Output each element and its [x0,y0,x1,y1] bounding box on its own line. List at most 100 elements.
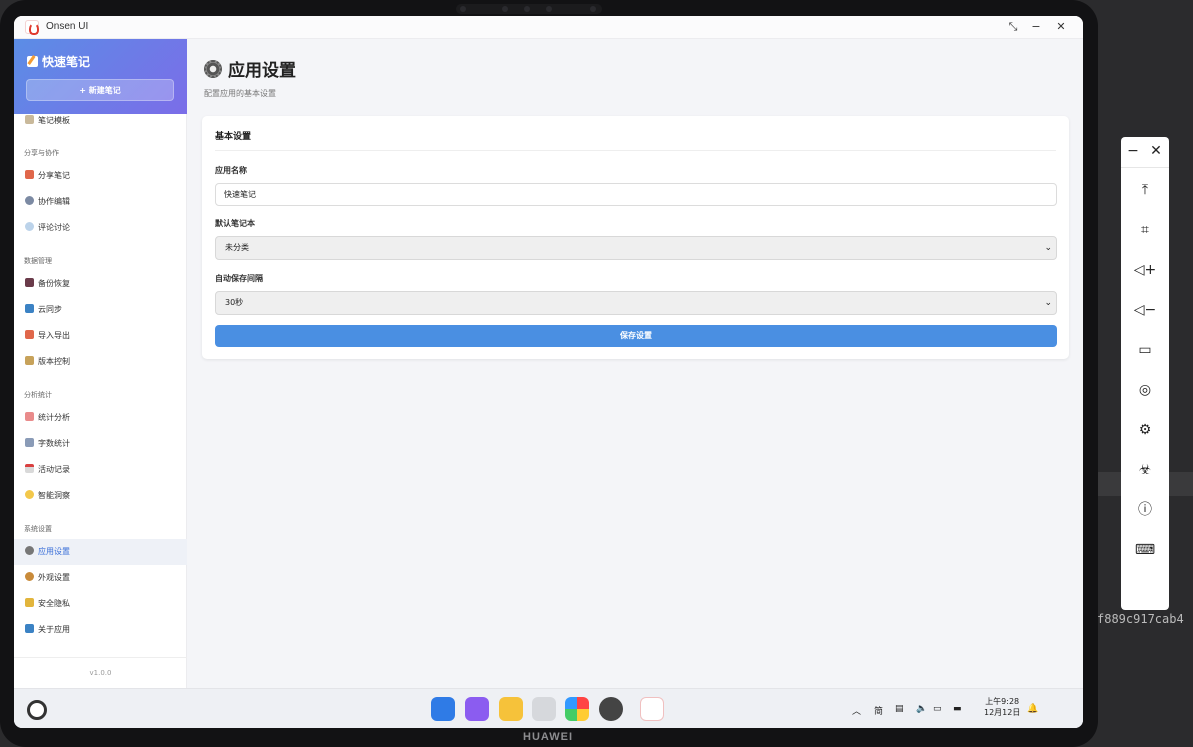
sidebar-item-comments[interactable]: 评论讨论 [14,215,187,241]
sidebar-item-share-notes[interactable]: 分享笔记 [14,163,187,189]
volume-icon[interactable]: 🔈 [916,704,927,714]
new-note-button[interactable]: + 新建笔记 [26,79,174,101]
autosave-interval-select[interactable]: 30秒 ⌄ [215,291,1057,315]
minimize-icon[interactable]: − [1123,143,1143,159]
clipboard-icon [25,115,34,124]
keyboard-icon[interactable]: ⌨ [1133,538,1157,562]
sidebar-item-app-settings[interactable]: 应用设置 [14,539,187,565]
device-brand: HUAWEI [523,731,573,743]
scroll-icon [25,356,34,365]
chevron-down-icon: ⌄ [1044,243,1052,253]
camera-bar [456,4,602,14]
sidebar-item-version-control[interactable]: 版本控制 [14,349,187,375]
sidebar-item-word-count[interactable]: 字数统计 [14,431,187,457]
main-content: 应用设置 配置应用的基本设置 基本设置 应用名称 快速笔记 默认笔记本 未分类 ⌄… [188,39,1083,688]
card-title: 基本设置 [215,132,252,142]
palette-icon [25,572,34,581]
memo-icon [27,56,38,67]
divider [1121,167,1169,168]
chevron-up-icon[interactable]: ︿ [852,704,861,717]
sidebar: 快速笔记 + 新建笔记 笔记模板 分享与协作 分享笔记 协作编辑 评论讨论 数据… [14,39,187,688]
gear-icon [25,546,34,555]
basic-settings-card: 基本设置 应用名称 快速笔记 默认笔记本 未分类 ⌄ 自动保存间隔 30秒 ⌄ 保存… [202,116,1069,359]
floating-toolbar: − ✕ ⤒ ⌗ ◁+ ◁− ▭ ◎ ⚙ ☣ ⓘ ⌨ [1121,137,1169,610]
debug-icon[interactable]: ☣ [1133,458,1157,482]
autosave-interval-label: 自动保存间隔 [215,274,263,283]
close-button[interactable]: ✕ [1053,19,1069,35]
bell-icon[interactable]: 🔔 [1027,704,1038,714]
default-notebook-select[interactable]: 未分类 ⌄ [215,236,1057,260]
tablet-frame: HUAWEI Onsen UI ⤡ − ✕ 快速笔记 + 新建笔记 笔记模板 分… [0,0,1098,747]
gear-icon [204,60,222,78]
notes-icon[interactable] [499,697,523,721]
sidebar-section-title: 分享与协作 [24,149,59,157]
sidebar-header: 快速笔记 + 新建笔记 [14,39,187,114]
sidebar-item-collab-edit[interactable]: 协作编辑 [14,189,187,215]
settings-icon[interactable] [599,697,623,721]
sidebar-item-security[interactable]: 安全隐私 [14,591,187,617]
volume-up-icon[interactable]: ◁+ [1133,258,1157,282]
inbox-icon [25,330,34,339]
taskbar: ︿ 简 ▤ 🔈 ▭ ▬ 上午9:28 12月12日 🔔 [14,688,1083,728]
clipboard-icon[interactable]: ▤ [895,704,904,714]
lightbulb-icon [25,490,34,499]
speech-bubble-icon [25,222,34,231]
window-title: Onsen UI [46,21,89,32]
page-subtitle: 配置应用的基本设置 [204,89,276,98]
sidebar-item-note-templates[interactable]: 笔记模板 [14,109,187,133]
clock[interactable]: 上午9:28 12月12日 [984,696,1020,718]
display-icon[interactable]: ▭ [933,704,942,714]
crop-icon[interactable]: ⌗ [1133,218,1157,242]
ime-indicator[interactable]: 简 [874,704,883,717]
calendar-icon [25,464,34,473]
page-title: 应用设置 [204,56,296,81]
battery-icon[interactable]: ▭ [1133,338,1157,362]
app-name-label: 应用名称 [215,166,247,175]
screen: Onsen UI ⤡ − ✕ 快速笔记 + 新建笔记 笔记模板 分享与协作 分享… [14,16,1083,728]
save-settings-button[interactable]: 保存设置 [215,325,1057,347]
globe-icon[interactable]: ◎ [1133,378,1157,402]
restore-icon[interactable]: ⤡ [1005,19,1021,35]
volume-down-icon[interactable]: ◁− [1133,298,1157,322]
sync-icon [25,304,34,313]
sidebar-item-import-export[interactable]: 导入导出 [14,323,187,349]
app-grid-icon[interactable] [431,697,455,721]
multitask-icon[interactable] [465,697,489,721]
battery-icon[interactable]: ▬ [953,704,962,714]
default-notebook-label: 默认笔记本 [215,219,255,228]
date: 12月12日 [984,708,1021,717]
settings-icon[interactable]: ⚙ [1133,418,1157,442]
time: 上午9:28 [985,697,1020,706]
sidebar-item-activity-log[interactable]: 活动记录 [14,457,187,483]
sidebar-item-statistics[interactable]: 统计分析 [14,405,187,431]
window-titlebar: Onsen UI ⤡ − ✕ [14,16,1083,39]
floppy-disk-icon [25,278,34,287]
sidebar-app-title: 快速笔记 [27,53,90,70]
bar-chart-icon [25,438,34,447]
app-logo-icon [25,20,39,35]
sidebar-item-appearance[interactable]: 外观设置 [14,565,187,591]
sidebar-section-title: 系统设置 [24,525,52,533]
info-icon[interactable]: ⓘ [1133,498,1157,522]
users-icon [25,196,34,205]
app-name-input[interactable]: 快速笔记 [215,183,1057,206]
sidebar-item-cloud-sync[interactable]: 云同步 [14,297,187,323]
onsen-app-icon[interactable] [640,697,664,721]
divider [215,150,1056,151]
outbox-icon [25,170,34,179]
chevron-down-icon: ⌄ [1044,298,1052,308]
sidebar-item-backup[interactable]: 备份恢复 [14,271,187,297]
lock-icon [25,598,34,607]
sidebar-item-about[interactable]: 关于应用 [14,617,187,643]
gallery-icon[interactable] [565,697,589,721]
sidebar-item-smart-insights[interactable]: 智能洞察 [14,483,187,509]
close-icon[interactable]: ✕ [1146,143,1166,159]
start-icon[interactable] [27,700,47,720]
info-icon [25,624,34,633]
trash-icon[interactable] [532,697,556,721]
app-version: v1.0.0 [14,657,187,688]
scroll-to-top-icon[interactable]: ⤒ [1133,178,1157,202]
sidebar-section-title: 分析统计 [24,391,52,399]
background-text: f889c917cab4 [1097,612,1184,626]
minimize-button[interactable]: − [1028,19,1044,35]
